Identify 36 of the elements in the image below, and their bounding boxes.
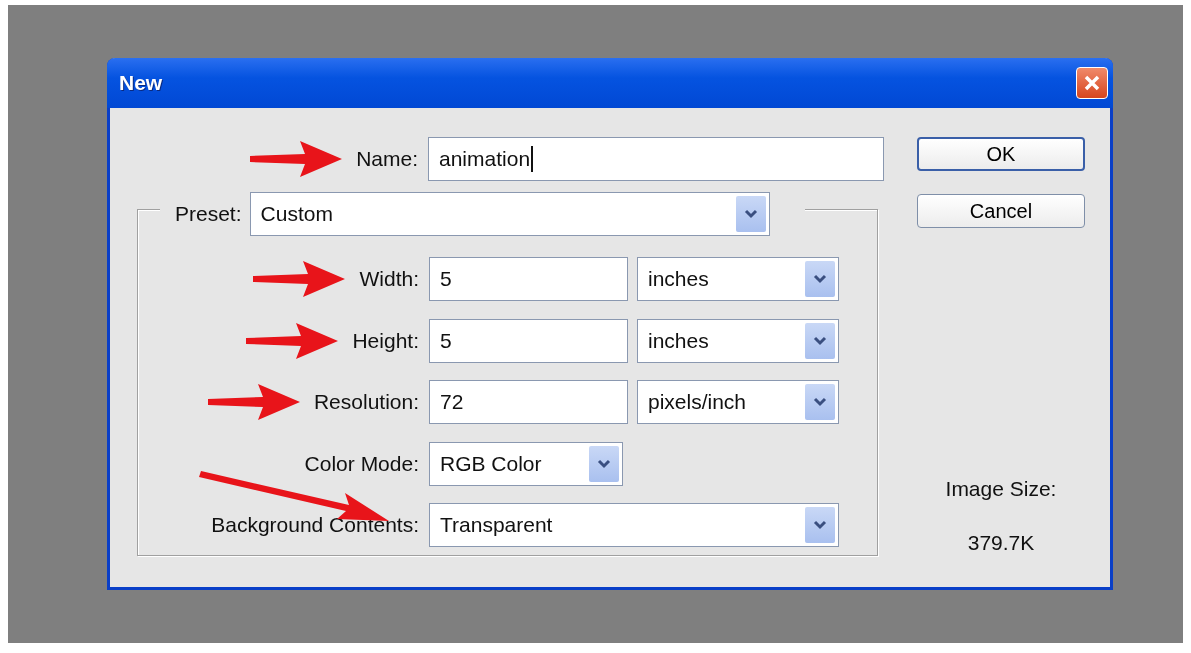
dropdown-button[interactable] xyxy=(735,196,766,232)
chevron-down-icon xyxy=(813,335,827,346)
dropdown-button[interactable] xyxy=(805,261,835,297)
dropdown-button[interactable] xyxy=(805,507,835,543)
image-size-label: Image Size: xyxy=(945,477,1057,501)
field-label: Name: xyxy=(356,147,418,171)
unit-dropdown[interactable]: inches xyxy=(637,318,839,363)
name-input-field[interactable]: animation xyxy=(428,137,884,181)
chevron-down-icon xyxy=(813,520,827,530)
preset-dropdown[interactable]: Custom xyxy=(249,192,770,236)
input-field[interactable]: 72 xyxy=(429,380,628,424)
input-field[interactable]: 5 xyxy=(429,318,628,363)
field-label: Background Contents: xyxy=(211,513,419,537)
field-label: Width: xyxy=(359,267,419,291)
image-size-value: 379.7K xyxy=(967,531,1035,555)
dropdown-button[interactable] xyxy=(805,384,835,420)
close-icon xyxy=(1083,74,1101,92)
unit-dropdown[interactable]: pixels/inch xyxy=(637,380,839,424)
chevron-down-icon xyxy=(813,397,827,407)
close-button[interactable] xyxy=(1076,67,1108,99)
chevron-down-icon xyxy=(743,209,758,219)
dialog-button[interactable]: OK xyxy=(917,137,1085,171)
dropdown-button[interactable] xyxy=(805,322,835,359)
field-label: Resolution: xyxy=(313,390,419,414)
dropdown[interactable]: Transparent xyxy=(429,503,839,547)
field-label: Preset: xyxy=(175,202,242,226)
field-label: Height: xyxy=(352,328,419,353)
dropdown[interactable]: RGB Color xyxy=(429,441,623,486)
chevron-down-icon xyxy=(597,458,611,469)
input-field[interactable]: 5 xyxy=(429,257,628,301)
dialog-button[interactable]: Cancel xyxy=(917,194,1085,228)
field-label: Color Mode: xyxy=(304,451,419,476)
unit-dropdown[interactable]: inches xyxy=(637,257,839,301)
chevron-down-icon xyxy=(813,274,827,284)
window-title: New xyxy=(119,71,163,95)
dropdown-button[interactable] xyxy=(589,445,619,482)
